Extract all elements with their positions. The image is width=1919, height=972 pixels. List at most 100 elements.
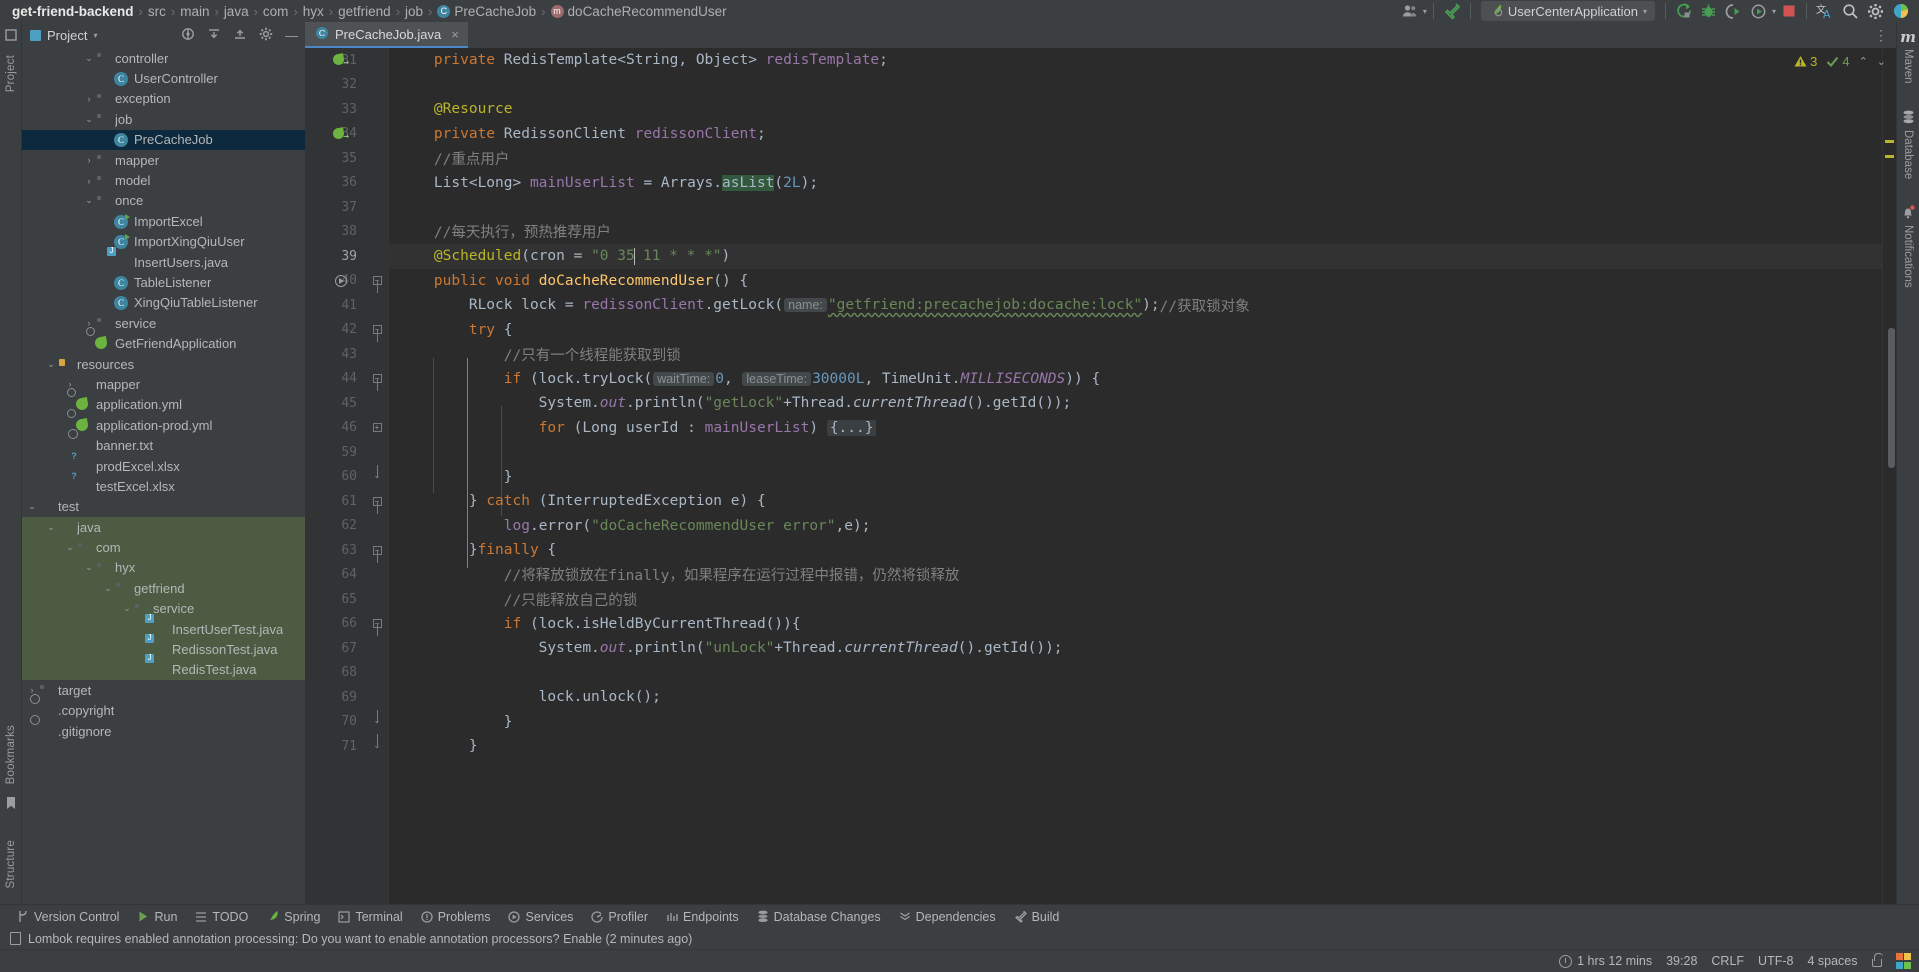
fold-marker[interactable] — [365, 48, 389, 73]
tree-node-service[interactable]: ⌄ service — [22, 598, 305, 619]
code-line[interactable]: private RedisTemplate<String, Object> re… — [389, 48, 1882, 73]
editor-code-area[interactable]: private RedisTemplate<String, Object> re… — [389, 48, 1882, 904]
user-group-icon[interactable] — [1399, 1, 1421, 21]
search-everywhere-icon[interactable] — [1839, 1, 1862, 21]
code-line[interactable]: //每天执行，预热推荐用户 — [389, 220, 1882, 245]
tree-node-application-yml[interactable]: application.yml — [22, 395, 305, 415]
fold-expand-icon[interactable]: + — [372, 423, 382, 433]
line-number[interactable]: 45 — [305, 391, 365, 416]
code-line[interactable]: try { — [389, 318, 1882, 343]
line-number[interactable]: 68 — [305, 661, 365, 686]
chevron-down-icon[interactable]: ⌄ — [83, 53, 95, 64]
expand-all-icon[interactable] — [204, 27, 224, 44]
code-line[interactable]: lock.unlock(); — [389, 685, 1882, 710]
collapse-all-icon[interactable] — [230, 27, 250, 44]
bottom-tab-problems[interactable]: Problems — [412, 906, 500, 928]
chevron-down-icon[interactable]: ▾ — [93, 31, 97, 40]
fold-marker[interactable]: − — [365, 367, 389, 391]
fold-marker[interactable]: ⌄ — [365, 709, 389, 735]
code-line[interactable]: //只能释放自己的锁 — [389, 587, 1882, 612]
chevron-down-icon[interactable]: ⌄ — [45, 359, 57, 370]
fold-marker[interactable] — [365, 195, 389, 220]
stop-icon[interactable] — [1778, 1, 1800, 21]
line-number[interactable]: 66 — [305, 612, 365, 637]
tree-node-banner-txt[interactable]: banner.txt — [22, 435, 305, 455]
line-number[interactable]: 44 — [305, 367, 365, 392]
file-encoding[interactable]: UTF-8 — [1758, 954, 1793, 968]
line-number[interactable]: 64 — [305, 563, 365, 588]
code-line[interactable]: //只有一个线程能获取到锁 — [389, 342, 1882, 367]
line-number[interactable]: 67 — [305, 636, 365, 661]
chevron-down-icon[interactable]: ⌄ — [102, 583, 114, 594]
code-line[interactable]: for (Long userId : mainUserList) {...} — [389, 416, 1882, 441]
tree-node-java[interactable]: ⌄ java — [22, 516, 305, 538]
tree-node-importexcel[interactable]: C ImportExcel — [22, 211, 305, 231]
tree-node-model[interactable]: › model — [22, 170, 305, 190]
code-line[interactable] — [389, 661, 1882, 686]
tree-node-target[interactable]: › target — [22, 680, 305, 700]
fold-marker[interactable] — [365, 73, 389, 98]
fold-marker[interactable] — [365, 587, 389, 612]
line-number[interactable]: 61 — [305, 489, 365, 514]
line-number[interactable]: 63 — [305, 538, 365, 563]
indent-setting[interactable]: 4 spaces — [1807, 954, 1857, 968]
fold-marker[interactable]: + — [365, 416, 389, 441]
fold-marker[interactable] — [365, 342, 389, 367]
read-only-lock-icon[interactable] — [1871, 953, 1883, 967]
code-line[interactable]: @Resource — [389, 97, 1882, 122]
bottom-tab-endpoints[interactable]: Endpoints — [657, 906, 748, 928]
settings-gear-icon[interactable] — [1864, 1, 1887, 21]
code-line[interactable]: } — [389, 465, 1882, 490]
tree-node-mapper[interactable]: › mapper — [22, 150, 305, 170]
sidebar-item-maven[interactable]: m Maven — [1900, 28, 1916, 84]
tree-node-application-prod-yml[interactable]: application-prod.yml — [22, 415, 305, 435]
warning-triangle-icon[interactable]: 3 — [1794, 54, 1817, 69]
tree-node-redistest-java[interactable]: RedisTest.java — [22, 659, 305, 681]
sidebar-item-database[interactable]: Database — [1902, 110, 1915, 179]
line-number[interactable]: 37 — [305, 195, 365, 220]
spring-bean-gutter-icon[interactable] — [333, 128, 349, 142]
breadcrumb-item-java[interactable]: java — [220, 4, 253, 19]
run-method-gutter-icon[interactable] — [335, 274, 347, 287]
tree-node-resources[interactable]: ⌄ resources — [22, 354, 305, 374]
fold-marker[interactable] — [365, 220, 389, 245]
fold-marker[interactable] — [365, 293, 389, 318]
tree-node-insertusers-java[interactable]: InsertUsers.java — [22, 252, 305, 272]
editor-fold-column[interactable]: −−−+⌄−−−⌄⌄ — [365, 48, 389, 904]
breadcrumb-item-getfriend[interactable]: getfriend — [334, 4, 395, 19]
debug-icon[interactable] — [1697, 1, 1720, 21]
line-number[interactable]: 46 — [305, 416, 365, 441]
tree-node-getfriend[interactable]: ⌄ getfriend — [22, 578, 305, 599]
code-line[interactable]: if (lock.isHeldByCurrentThread()){ — [389, 612, 1882, 637]
fold-marker[interactable]: − — [365, 612, 389, 636]
notification-text[interactable]: Lombok requires enabled annotation proce… — [28, 932, 692, 946]
hide-icon[interactable]: — — [282, 28, 301, 43]
editor-tab-precachejob[interactable]: C PreCacheJob.java × — [305, 22, 468, 48]
sidebar-item-bookmarks[interactable]: Bookmarks — [5, 717, 17, 792]
code-line[interactable]: //重点用户 — [389, 146, 1882, 171]
tree-node-mapper[interactable]: › mapper — [22, 374, 305, 394]
translate-icon[interactable]: 文A — [1813, 1, 1837, 21]
code-line[interactable]: List<Long> mainUserList = Arrays. asList(… — [389, 171, 1882, 196]
sidebar-item-project[interactable]: Project — [5, 47, 17, 100]
line-number[interactable]: 41 — [305, 293, 365, 318]
close-icon[interactable]: × — [451, 27, 459, 42]
sidebar-item-structure[interactable]: Structure — [5, 832, 17, 896]
fold-marker[interactable] — [365, 391, 389, 416]
line-number[interactable]: 31 — [305, 48, 365, 73]
tree-node-exception[interactable]: › exception — [22, 89, 305, 109]
line-number[interactable]: 32 — [305, 73, 365, 98]
fold-marker[interactable]: − — [365, 269, 389, 293]
breadcrumb-item-hyx[interactable]: hyx — [299, 4, 328, 19]
chevron-right-icon[interactable]: › — [83, 176, 95, 186]
fold-marker[interactable]: ⌄ — [365, 464, 389, 490]
chevron-down-icon[interactable]: ⌄ — [64, 542, 76, 553]
tree-node-com[interactable]: ⌄ com — [22, 537, 305, 558]
tree-node-redissontest-java[interactable]: RedissonTest.java — [22, 639, 305, 660]
folded-code-placeholder[interactable]: {...} — [826, 419, 877, 436]
tree-node-usercontroller[interactable]: C UserController — [22, 68, 305, 88]
code-line[interactable] — [389, 440, 1882, 465]
fold-marker[interactable] — [365, 440, 389, 465]
tree-node-tablelistener[interactable]: C TableListener — [22, 272, 305, 292]
fold-marker[interactable]: − — [365, 489, 389, 514]
